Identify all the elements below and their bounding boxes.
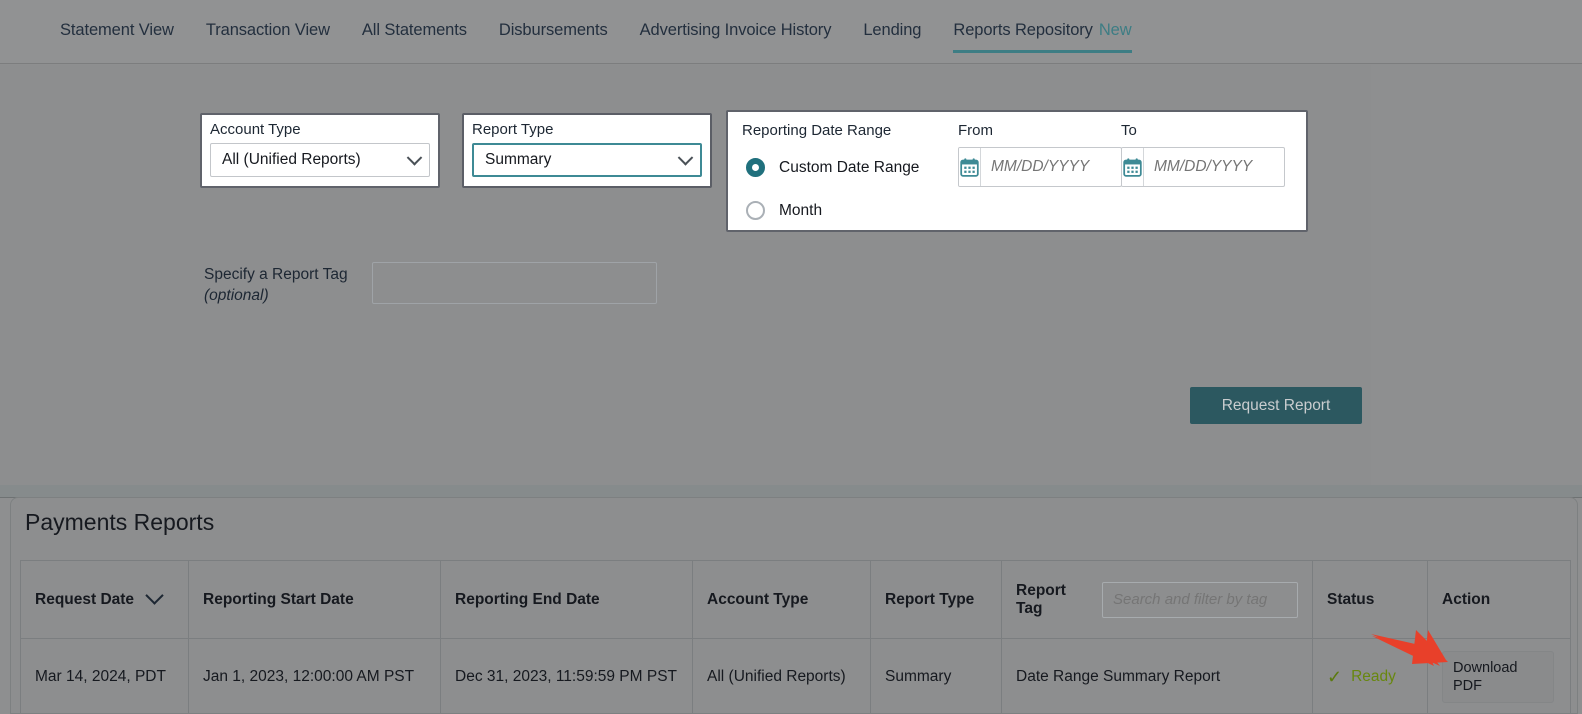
radio-button-custom-date-range[interactable] [746,158,765,177]
cell-reporting-start-date: Jan 1, 2023, 12:00:00 AM PST [188,638,441,713]
account-type-field-group: Account Type All (Unified Reports) [200,113,440,188]
account-type-value: All (Unified Reports) [222,151,361,168]
report-tag-label-optional: (optional) [204,287,269,304]
cell-report-type: Summary [870,638,1002,713]
check-icon: ✓ [1327,666,1343,687]
from-label: From [958,122,993,139]
cell-action: Download PDF [1427,638,1571,713]
reporting-date-range-label: Reporting Date Range [742,122,892,139]
new-badge: New [1098,20,1132,39]
payments-reports-card: Payments Reports Request Date Reporting … [10,497,1578,714]
nav-tab-label: All Statements [361,20,467,39]
nav-tab-label: Advertising Invoice History [639,20,832,39]
cell-account-type: All (Unified Reports) [692,638,871,713]
nav-tab-label: Transaction View [205,20,330,39]
status-badge: Ready [1351,667,1396,685]
column-header-action[interactable]: Action [1427,560,1571,639]
column-header-status[interactable]: Status [1312,560,1428,639]
download-pdf-button[interactable]: Download PDF [1442,650,1554,703]
from-date-field [958,147,1122,187]
nav-tab-label: Lending [863,20,922,39]
column-header-reporting-end-date[interactable]: Reporting End Date [440,560,693,639]
report-type-field-group: Report Type Summary [462,113,712,188]
to-date-field [1121,147,1285,187]
column-header-report-tag[interactable]: Report Tag [1001,560,1313,639]
calendar-icon-to[interactable] [1122,148,1144,186]
panel-right-gutter [1371,65,1582,485]
active-tab-underline [953,49,1132,53]
chevron-down-icon [406,150,423,166]
column-header-label: Reporting Start Date [203,590,354,608]
nav-items: Statement View Transaction View All Stat… [60,0,1132,64]
chevron-down-icon-sort[interactable] [145,586,164,605]
account-type-label: Account Type [210,121,301,138]
nav-tab-reports-repository[interactable]: Reports Repository New [953,20,1132,53]
top-navigation-bar: Statement View Transaction View All Stat… [0,0,1582,64]
nav-tab-transaction-view[interactable]: Transaction View [206,21,330,44]
request-report-button[interactable]: Request Report [1190,387,1362,424]
nav-tab-statement-view[interactable]: Statement View [60,21,174,44]
nav-tab-label: Statement View [60,20,174,39]
radio-label-custom-date-range: Custom Date Range [779,158,920,176]
nav-tab-lending[interactable]: Lending [863,21,921,44]
nav-tab-label: Disbursements [498,20,608,39]
column-header-account-type[interactable]: Account Type [692,560,871,639]
payments-reports-title: Payments Reports [25,509,215,535]
report-tag-input[interactable] [372,262,657,304]
nav-tab-label: Reports Repository [953,20,1093,39]
column-header-label: Status [1327,590,1375,608]
report-tag-label-main: Specify a Report Tag [204,266,348,283]
table-row: Mar 14, 2024, PDT Jan 1, 2023, 12:00:00 … [20,638,1571,713]
report-tag-label: Specify a Report Tag (optional) [204,264,364,306]
column-header-report-type[interactable]: Report Type [870,560,1002,639]
radio-button-month[interactable] [746,201,765,220]
report-type-select[interactable]: Summary [472,143,702,177]
report-type-value: Summary [485,151,552,168]
to-label: To [1121,122,1137,139]
nav-tab-advertising-invoice-history[interactable]: Advertising Invoice History [640,21,832,44]
cell-status: ✓ Ready [1312,638,1428,713]
chevron-down-icon [677,150,694,166]
payments-reports-table: Request Date Reporting Start Date Report… [20,560,1571,713]
tag-filter-search-input[interactable] [1102,581,1298,618]
nav-tab-disbursements[interactable]: Disbursements [499,21,608,44]
column-header-label: Account Type [707,590,809,608]
report-type-label: Report Type [472,121,554,138]
cell-request-date: Mar 14, 2024, PDT [20,638,189,713]
column-header-request-date[interactable]: Request Date [20,560,189,639]
column-header-label: Report Type [885,590,975,608]
radio-option-month[interactable]: Month [746,201,822,220]
cell-reporting-end-date: Dec 31, 2023, 11:59:59 PM PST [440,638,693,713]
from-date-input[interactable] [981,148,1121,186]
radio-label-month: Month [779,201,823,219]
column-header-label: Report Tag [1016,581,1066,617]
column-header-label: Action [1442,590,1491,608]
calendar-icon-from[interactable] [959,148,981,186]
to-date-input[interactable] [1144,148,1284,186]
table-header-row: Request Date Reporting Start Date Report… [20,560,1571,639]
column-header-reporting-start-date[interactable]: Reporting Start Date [188,560,441,639]
reporting-date-range-group: Reporting Date Range From To Custom Date… [726,110,1308,232]
account-type-select[interactable]: All (Unified Reports) [210,143,430,177]
cell-report-tag: Date Range Summary Report [1001,638,1313,713]
radio-option-custom-date-range[interactable]: Custom Date Range [746,158,919,177]
column-header-label: Request Date [35,590,135,608]
column-header-label: Reporting End Date [455,590,600,608]
nav-tab-all-statements[interactable]: All Statements [362,21,467,44]
